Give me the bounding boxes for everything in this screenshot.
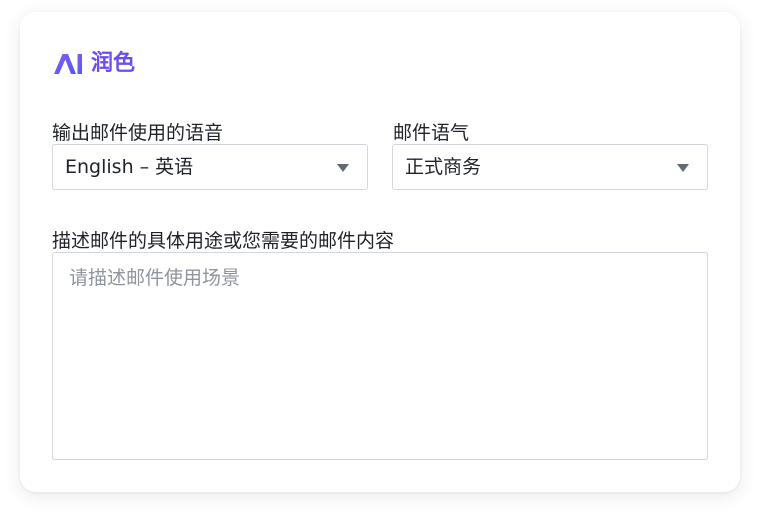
- description-textarea[interactable]: [53, 253, 707, 459]
- description-field[interactable]: [52, 252, 708, 460]
- language-select[interactable]: English – 英语: [52, 144, 368, 190]
- polish-panel: 润色 输出邮件使用的语音 English – 英语 邮件语气 正式商务 描述邮件…: [20, 12, 740, 492]
- tone-select-value: 正式商务: [405, 156, 482, 178]
- caret-down-icon: [337, 164, 349, 172]
- language-label: 输出邮件使用的语音: [52, 122, 224, 144]
- tone-label: 邮件语气: [393, 122, 470, 144]
- description-label: 描述邮件的具体用途或您需要的邮件内容: [52, 230, 395, 252]
- panel-title: 润色: [91, 51, 136, 76]
- panel-header: 润色: [53, 50, 135, 78]
- language-select-value: English – 英语: [65, 156, 194, 178]
- tone-select[interactable]: 正式商务: [392, 144, 708, 190]
- caret-down-icon: [677, 164, 689, 172]
- ai-logo-icon: [54, 54, 82, 74]
